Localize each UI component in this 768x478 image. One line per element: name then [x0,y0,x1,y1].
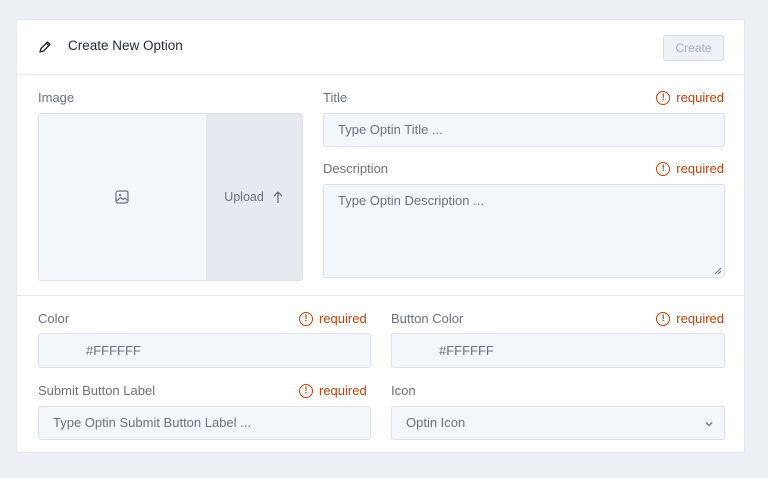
create-button[interactable]: Create [663,35,724,61]
upload-button[interactable]: Upload [206,114,302,280]
image-icon [115,190,129,204]
alert-icon: ! [299,383,313,398]
required-text: required [676,161,724,176]
alert-icon: ! [656,161,671,176]
required-text: required [676,311,724,326]
button-color-required: ! required [656,311,724,326]
alert-icon: ! [299,311,313,326]
icon-select[interactable]: Optin Icon [391,406,725,440]
page: Create New Option Create Image Upload Ti… [0,0,768,478]
button-color-input[interactable]: #FFFFFF [391,333,725,368]
color-required: ! required [299,311,367,326]
submit-label-input[interactable]: Type Optin Submit Button Label ... [38,406,371,440]
resize-grip-icon[interactable] [714,267,722,275]
title-input[interactable]: Type Optin Title ... [323,113,725,147]
title-required: ! required [656,90,724,105]
chevron-down-icon [705,422,713,427]
description-textarea[interactable]: Type Optin Description ... [323,184,725,278]
description-label: Description [323,161,389,176]
required-text: required [676,90,724,105]
description-required: ! required [656,161,724,176]
button-color-label: Button Color [391,311,464,326]
create-option-card: Create New Option Create Image Upload Ti… [16,19,745,453]
description-placeholder: Type Optin Description ... [338,193,484,208]
arrow-up-icon [273,191,283,203]
upload-label: Upload [224,190,264,204]
section-divider [17,295,744,296]
title-label: Title [323,90,348,105]
image-dropzone[interactable]: Upload [38,113,303,281]
icon-label: Icon [391,383,416,398]
page-title: Create New Option [68,38,183,53]
pencil-icon [39,41,51,53]
alert-icon: ! [656,90,671,105]
card-header: Create New Option Create [17,20,744,75]
color-label: Color [38,311,70,326]
required-text: required [319,383,367,398]
image-label: Image [38,90,75,105]
color-input[interactable]: #FFFFFF [38,333,371,368]
alert-icon: ! [656,311,671,326]
required-text: required [319,311,367,326]
icon-select-value: Optin Icon [406,415,466,430]
submit-label-label: Submit Button Label [38,383,156,398]
submit-label-required: ! required [299,383,367,398]
